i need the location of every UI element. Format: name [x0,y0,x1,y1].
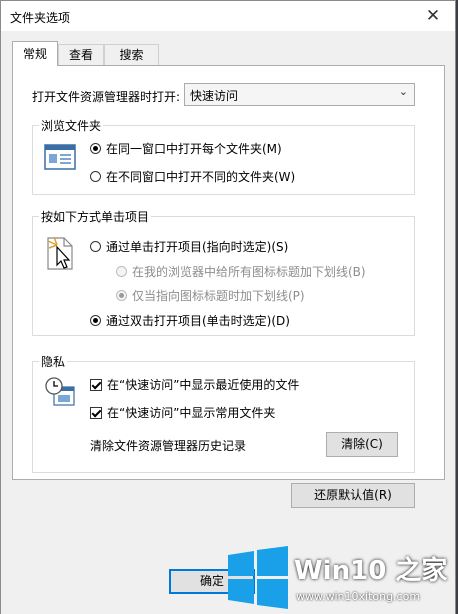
chevron-down-icon: ⌄ [398,85,408,98]
tab-view[interactable]: 查看 [58,44,104,65]
tab-search[interactable]: 搜索 [104,44,159,65]
pointer-click-icon [45,235,77,276]
radio-underline-all-label: 在我的浏览器中给所有图标标题加下划线(B) [132,265,366,279]
windows-logo-icon [228,546,288,609]
click-items-title: 按如下方式单击项目 [39,208,152,225]
clear-history-label: 清除文件资源管理器历史记录 [90,439,247,453]
radio-double-click-label: 通过双击打开项目(单击时选定)(D) [106,314,290,328]
browse-folders-title: 浏览文件夹 [39,117,104,134]
general-panel: 打开文件资源管理器时打开: 快速访问 ⌄ 浏览文件夹 在同一窗口中打开每个文件夹… [12,65,445,480]
checkbox-recent-files-label: 在“快速访问”中显示最近使用的文件 [107,378,300,392]
close-icon[interactable]: ✕ [419,3,447,29]
radio-same-window-label: 在同一窗口中打开每个文件夹(M) [106,142,282,156]
radio-dot [90,143,101,154]
radio-dot [116,266,127,277]
clock-document-icon [44,376,78,413]
radio-underline-all[interactable]: 在我的浏览器中给所有图标标题加下划线(B) [116,263,366,280]
checkbox-box [90,406,102,419]
radio-dot [90,171,101,182]
checkbox-box [90,378,102,391]
checkbox-frequent-folders-label: 在“快速访问”中显示常用文件夹 [107,406,276,420]
radio-double-click[interactable]: 通过双击打开项目(单击时选定)(D) [90,312,290,329]
radio-same-window[interactable]: 在同一窗口中打开每个文件夹(M) [90,140,282,157]
checkbox-frequent-folders[interactable]: 在“快速访问”中显示常用文件夹 [90,404,275,421]
radio-dot [90,315,101,326]
title-bar: 文件夹选项 ✕ [1,1,455,31]
watermark-brand: Win10 之家 [294,556,448,586]
open-explorer-value: 快速访问 [190,89,239,103]
radio-new-window-label: 在不同窗口中打开不同的文件夹(W) [106,170,296,184]
radio-single-click-label: 通过单击打开项目(指向时选定)(S) [106,240,289,254]
window-title: 文件夹选项 [10,11,71,25]
privacy-group: 隐私 在“快速访问”中显示最近使用的文件 在“快速访问”中显示常用文件夹 清除文… [32,353,415,473]
watermark-logo: Win10 之家 www.win10xitong.com [222,540,458,614]
clear-history-button[interactable]: 清除(C) [326,432,398,457]
folder-options-dialog: 文件夹选项 ✕ 常规 查看 搜索 打开文件资源管理器时打开: 快速访问 ⌄ 浏览… [0,0,456,614]
restore-defaults-button[interactable]: 还原默认值(R) [291,483,415,508]
radio-underline-point[interactable]: 仅当指向图标标题时加下划线(P) [116,287,305,304]
browse-folders-group: 浏览文件夹 在同一窗口中打开每个文件夹(M) 在不同窗口中打开不同的文件夹(W) [32,117,415,195]
tab-general[interactable]: 常规 [12,41,58,66]
privacy-title: 隐私 [39,353,68,370]
click-items-group: 按如下方式单击项目 通过单击打开项目(指向时选定)(S) 在我的浏览器中给所有图… [32,208,415,336]
radio-dot [90,241,101,252]
watermark-url: www.win10xitong.com [296,590,421,603]
checkbox-recent-files[interactable]: 在“快速访问”中显示最近使用的文件 [90,376,299,393]
open-explorer-select[interactable]: 快速访问 ⌄ [184,83,415,106]
radio-new-window[interactable]: 在不同窗口中打开不同的文件夹(W) [90,168,295,185]
open-explorer-label: 打开文件资源管理器时打开: [32,90,181,104]
folder-window-icon [44,143,76,174]
radio-dot [116,290,127,301]
radio-underline-point-label: 仅当指向图标标题时加下划线(P) [132,289,305,303]
radio-single-click[interactable]: 通过单击打开项目(指向时选定)(S) [90,238,288,255]
